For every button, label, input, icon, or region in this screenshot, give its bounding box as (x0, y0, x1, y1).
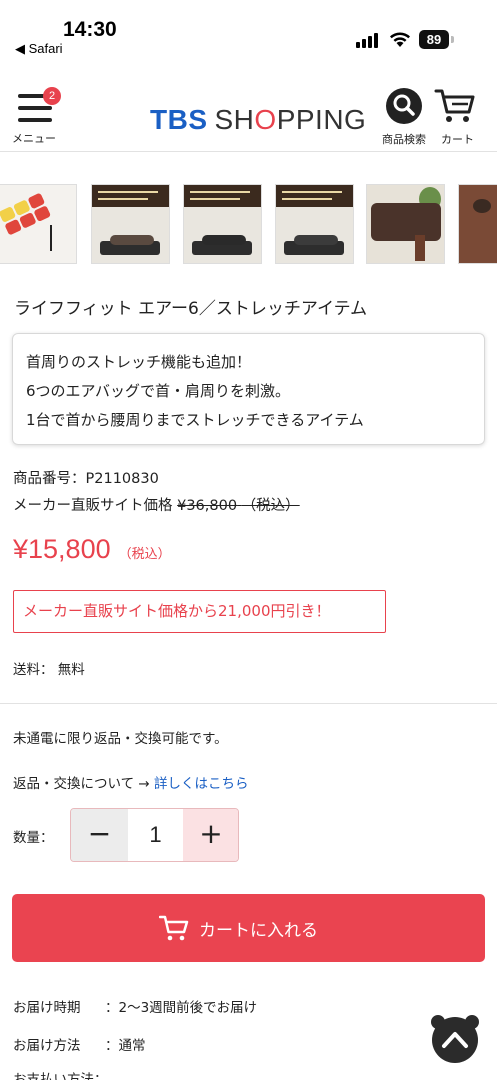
wifi-icon (390, 32, 410, 47)
cart-button[interactable]: カート (432, 86, 482, 148)
menu-button[interactable]: 2 メニュー (10, 86, 62, 146)
back-to-safari-link[interactable]: ◀ Safari (15, 41, 63, 57)
maker-price-label: メーカー直販サイト価格 (13, 498, 173, 514)
quantity-value[interactable]: 1 (128, 809, 183, 861)
payment-method-row: お支払い方法： (13, 1072, 108, 1080)
discount-badge: メーカー直販サイト価格から21,000円引き！ (13, 590, 386, 633)
feature-line: 首周りのストレッチ機能も追加！ (26, 353, 252, 371)
tbs-shopping-logo[interactable]: TBS SHOPPING (150, 104, 366, 136)
logo-o-mark: O (254, 104, 277, 135)
maker-price: メーカー直販サイト価格 ¥36,800 （税込） (13, 494, 300, 515)
quantity-label: 数量： (13, 830, 54, 846)
thumbnail-mat-diagram[interactable] (0, 184, 77, 264)
sale-price-tax: （税込） (118, 547, 171, 562)
delivery-method-value: ：通常 (105, 1038, 146, 1054)
product-code-value: P2110830 (85, 471, 159, 487)
product-thumbnail-strip[interactable] (0, 184, 497, 264)
feature-summary-box: 首周りのストレッチ機能も追加！ 6つのエアバッグで首・肩周りを刺激。 1台で首か… (12, 333, 485, 445)
logo-shop-text-2: PPING (276, 104, 367, 135)
delivery-time-row: お届け時期 ：2〜3週間前後でお届け (13, 996, 257, 1016)
delivery-time-value: ：2〜3週間前後でお届け (105, 1000, 258, 1016)
section-divider (0, 703, 497, 704)
quantity-stepper: − 1 + (70, 808, 239, 862)
quantity-increase-button[interactable]: + (183, 809, 238, 861)
menu-notification-badge: 2 (43, 87, 61, 105)
shipping-fee: 送料： 無料 (13, 662, 85, 678)
status-time: 14:30 (63, 18, 117, 41)
cart-icon (159, 915, 189, 941)
returns-info-row: 返品・交換について → 詳しくはこちら (13, 772, 249, 792)
delivery-method-row: お届け方法 ：通常 (13, 1034, 146, 1054)
quantity-decrease-button[interactable]: − (71, 809, 128, 861)
site-header: 2 メニュー TBS SHOPPING 商品検索 カート (0, 72, 497, 152)
bear-arrow-up-icon (431, 1015, 479, 1063)
logo-shop-text-1: SH (214, 104, 255, 135)
add-to-cart-label: カートに入れる (199, 921, 318, 941)
thumbnail-closeup[interactable] (458, 184, 497, 264)
scroll-to-top-button[interactable] (429, 1012, 481, 1064)
returns-details-link[interactable]: 詳しくはこちら (154, 776, 249, 792)
feature-line: 6つのエアバッグで首・肩周りを刺激。 (26, 382, 290, 400)
search-label: 商品検索 (382, 133, 426, 146)
thumbnail-neck-stretch[interactable] (91, 184, 170, 264)
product-search-button[interactable]: 商品検索 (380, 86, 432, 148)
add-to-cart-button[interactable]: カートに入れる (12, 894, 485, 962)
returns-link-prefix: 返品・交換について → (13, 776, 154, 792)
feature-line: 1台で首から腰周りまでストレッチできるアイテム (26, 411, 364, 429)
thumbnail-sofa-room[interactable] (366, 184, 445, 264)
delivery-method-label: お届け方法 (13, 1038, 81, 1054)
menu-label: メニュー (12, 132, 56, 145)
logo-tbs-text: TBS (150, 104, 208, 135)
cart-label: カート (441, 133, 474, 146)
thumbnail-waist-stretch[interactable] (275, 184, 354, 264)
cellular-signal-icon (356, 32, 380, 48)
maker-price-value: ¥36,800 （税込） (177, 498, 300, 514)
sale-price: ¥15,800 （税込） (13, 534, 171, 565)
search-icon (386, 88, 422, 124)
product-code: 商品番号：P2110830 (13, 467, 159, 488)
returns-note: 未通電に限り返品・交換可能です。 (13, 731, 228, 747)
product-title: ライフフィット エアー6／ストレッチアイテム (14, 299, 368, 319)
delivery-time-label: お届け時期 (13, 1000, 81, 1016)
thumbnail-back-stretch[interactable] (183, 184, 262, 264)
sale-price-value: ¥15,800 (13, 534, 111, 564)
cart-icon (434, 89, 475, 122)
battery-indicator: 89 (419, 30, 449, 49)
battery-tip-icon (451, 36, 454, 43)
status-bar: 14:30 ◀ Safari 89 (0, 0, 497, 60)
product-code-label: 商品番号： (13, 471, 86, 487)
